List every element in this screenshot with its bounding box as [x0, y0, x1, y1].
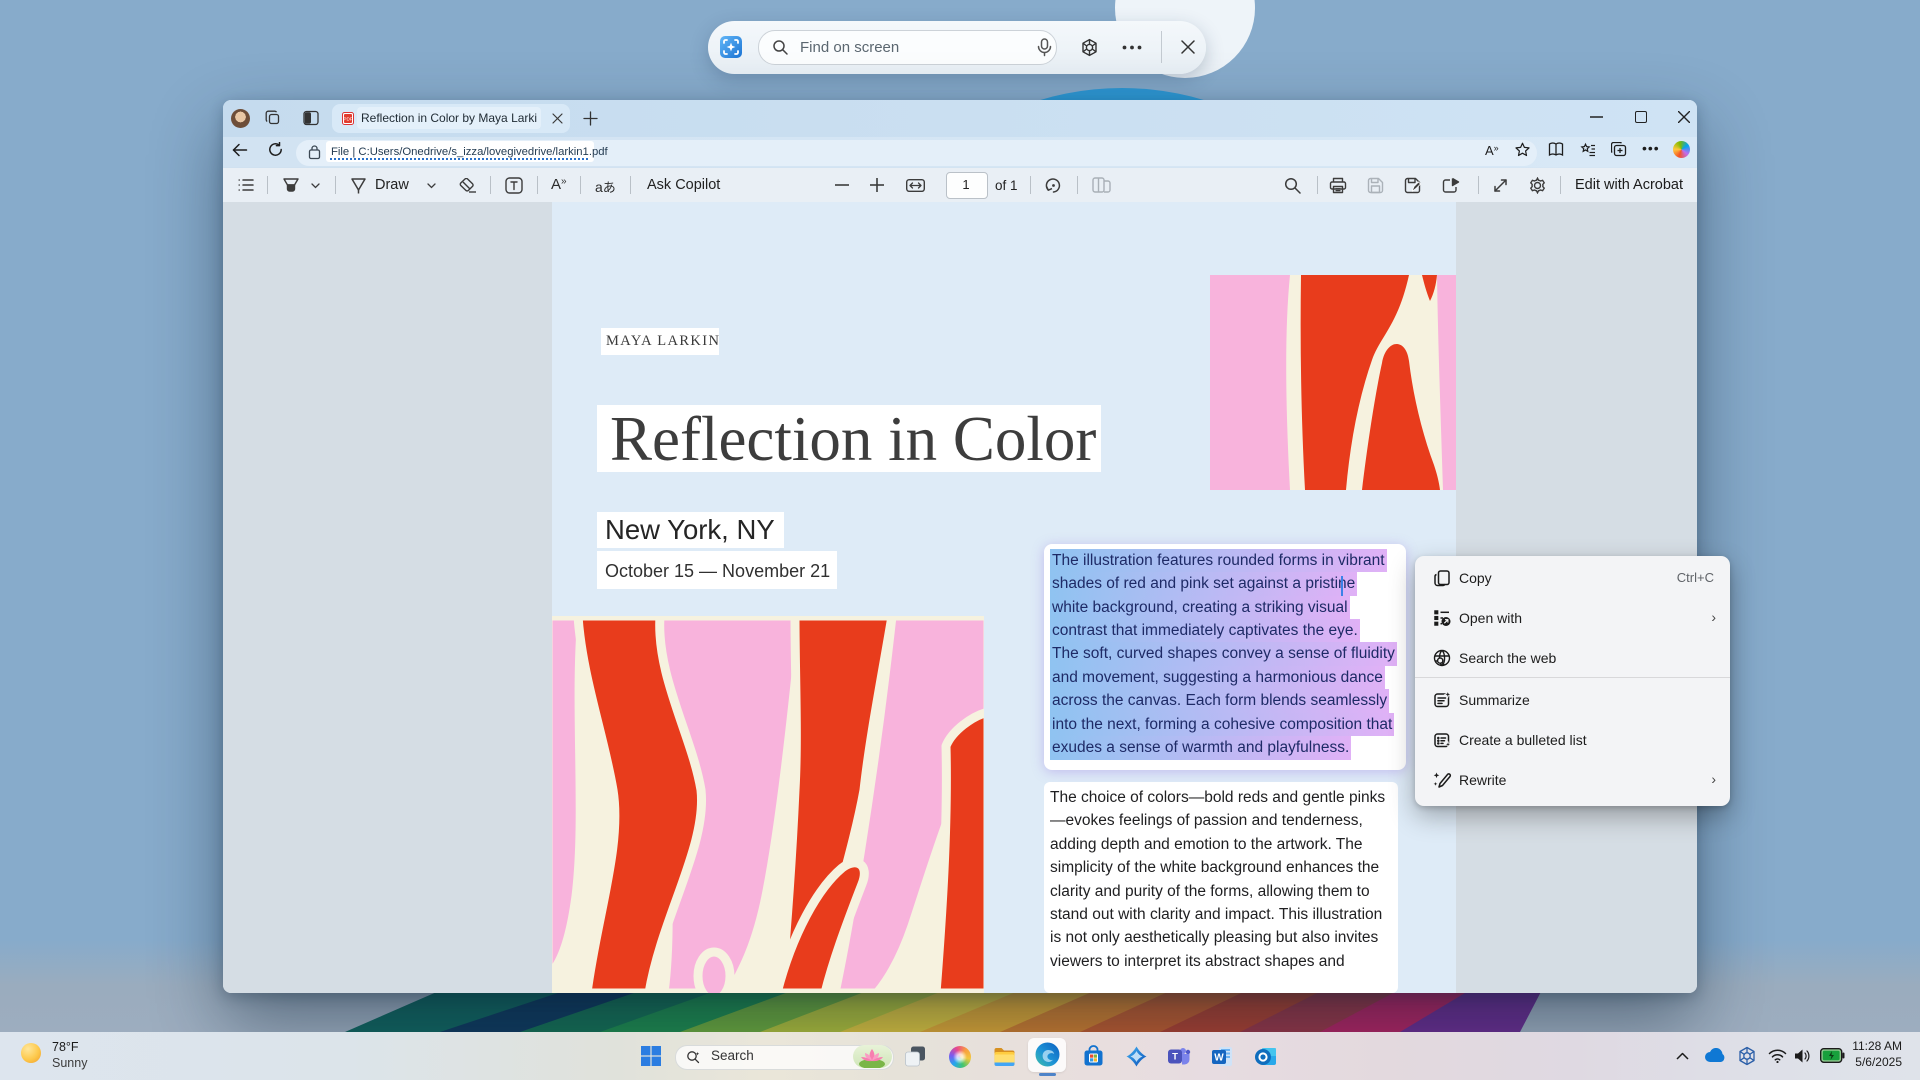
- svg-text:PDF: PDF: [343, 117, 352, 122]
- svg-text:W: W: [1214, 1053, 1224, 1064]
- svg-text:T: T: [1172, 1052, 1178, 1063]
